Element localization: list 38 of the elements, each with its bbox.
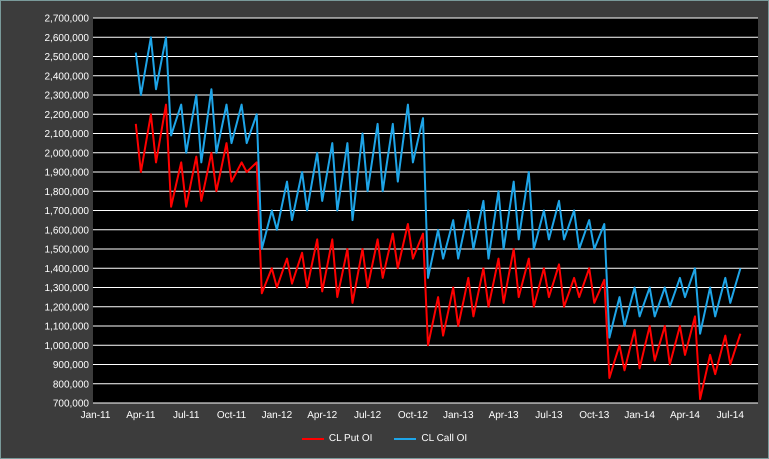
x-tick-label: Jul-11 xyxy=(172,410,200,421)
y-tick-label: 1,600,000 xyxy=(44,225,89,236)
y-tick-label: 2,400,000 xyxy=(44,71,89,82)
x-tick-label: Jan-11 xyxy=(80,410,110,421)
x-tick-label: Apr-13 xyxy=(488,410,519,421)
x-tick-label: Apr-14 xyxy=(670,410,700,421)
x-tick-label: Jul-12 xyxy=(354,410,382,421)
x-tick-label: Jul-13 xyxy=(535,410,563,421)
y-tick-label: 1,200,000 xyxy=(44,302,89,314)
x-tick-label: Apr-11 xyxy=(126,410,156,421)
y-tick-label: 2,200,000 xyxy=(44,110,89,121)
x-tick-label: Jul-14 xyxy=(716,410,744,421)
y-tick-label: 1,400,000 xyxy=(44,264,89,275)
y-tick-label: 2,600,000 xyxy=(44,32,89,44)
y-tick-label: 1,700,000 xyxy=(44,206,89,217)
y-tick-label: 900,000 xyxy=(52,360,89,371)
y-tick-label: 2,100,000 xyxy=(44,129,89,140)
y-tick-label: 1,900,000 xyxy=(44,168,89,178)
x-tick-label: Jan-14 xyxy=(624,410,655,421)
y-tick-label: 1,000,000 xyxy=(44,340,89,352)
x-tick-label: Jan-13 xyxy=(442,410,474,421)
y-tick-label: 2,000,000 xyxy=(44,148,89,160)
x-tick-label: Oct-12 xyxy=(398,410,428,421)
y-tick-label: 1,500,000 xyxy=(44,244,89,256)
y-tick-label: 2,500,000 xyxy=(44,52,89,63)
y-tick-label: 1,300,000 xyxy=(44,283,89,294)
x-tick-label: Oct-13 xyxy=(579,410,610,421)
legend-label: CL Call OI xyxy=(421,433,468,444)
y-tick-label: 700,000 xyxy=(52,398,89,410)
y-tick-label: 2,700,000 xyxy=(44,14,89,24)
x-tick-label: Jan-12 xyxy=(262,410,292,421)
y-tick-label: 1,800,000 xyxy=(44,186,89,198)
y-tick-label: 800,000 xyxy=(52,379,89,390)
y-tick-label: 2,300,000 xyxy=(44,90,89,102)
y-tick-label: 1,100,000 xyxy=(44,322,89,332)
x-tick-label: Oct-11 xyxy=(216,410,246,421)
legend-label: CL Put OI xyxy=(328,433,372,444)
x-tick-label: Apr-12 xyxy=(307,410,338,421)
